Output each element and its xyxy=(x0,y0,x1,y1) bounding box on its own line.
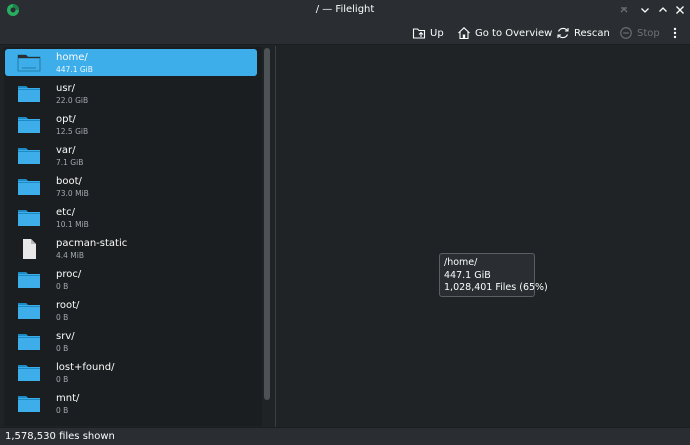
folder-icon xyxy=(18,303,40,319)
item-size: 10.1 MiB xyxy=(56,220,89,229)
item-name: var/ xyxy=(56,145,76,156)
rescan-button[interactable]: Rescan xyxy=(556,24,610,42)
up-button[interactable]: Up xyxy=(412,24,444,42)
folder-up-icon xyxy=(412,28,426,39)
item-size: 0 B xyxy=(56,282,69,291)
directory-list: home/ 447.1 GiB usr/ 22.0 GiB opt/ 12.5 … xyxy=(4,47,262,426)
item-name: root/ xyxy=(56,300,80,311)
item-size: 73.0 MiB xyxy=(56,189,89,198)
keep-above-icon[interactable] xyxy=(616,2,632,18)
up-label: Up xyxy=(430,27,444,39)
item-size: 447.1 GiB xyxy=(56,65,93,74)
home-icon xyxy=(458,27,470,40)
list-item-opt[interactable]: opt/ 12.5 GiB xyxy=(5,111,257,138)
item-size: 0 B xyxy=(56,344,69,353)
folder-icon xyxy=(18,179,40,195)
item-name: home/ xyxy=(56,52,88,63)
folder-icon xyxy=(18,272,40,288)
folder-icon xyxy=(18,86,40,102)
radial-map-area[interactable] xyxy=(275,46,690,427)
status-text: 1,578,530 files shown xyxy=(5,431,115,442)
item-size: 0 B xyxy=(56,375,69,384)
item-name: proc/ xyxy=(56,269,82,280)
tooltip-files: 1,028,401 Files (65%) xyxy=(444,282,548,293)
item-name: opt/ xyxy=(56,114,76,125)
go-to-overview-button[interactable]: Go to Overview xyxy=(457,24,552,42)
more-options-icon[interactable] xyxy=(668,24,682,42)
item-name: mnt/ xyxy=(56,393,80,404)
item-size: 0 B xyxy=(56,406,69,415)
title-bar: / — Filelight xyxy=(0,0,690,20)
item-size: 4.4 MiB xyxy=(56,251,85,260)
maximize-icon[interactable] xyxy=(655,2,671,18)
item-name: boot/ xyxy=(56,176,82,187)
list-item-proc[interactable]: proc/ 0 B xyxy=(5,266,257,293)
item-name: pacman-static xyxy=(56,238,128,249)
window-title: / — Filelight xyxy=(315,4,375,15)
stop-button[interactable]: Stop xyxy=(619,24,660,42)
item-name: usr/ xyxy=(56,83,76,94)
item-size: 7.1 GiB xyxy=(56,158,84,167)
folder-icon xyxy=(18,210,40,226)
folder-icon xyxy=(17,425,41,426)
list-item-etc[interactable]: etc/ 10.1 MiB xyxy=(5,204,257,231)
list-item-boot[interactable]: boot/ 73.0 MiB xyxy=(5,173,257,200)
item-name: lost+found/ xyxy=(56,362,115,373)
folder-icon xyxy=(18,365,40,381)
minimize-icon[interactable] xyxy=(637,2,653,18)
list-item-home[interactable]: home/ 447.1 GiB xyxy=(5,49,257,76)
close-icon[interactable] xyxy=(672,2,688,18)
stop-label: Stop xyxy=(637,27,660,39)
status-bar: 1,578,530 files shown xyxy=(0,427,690,445)
list-item-usr[interactable]: usr/ 22.0 GiB xyxy=(5,80,257,107)
list-item-var[interactable]: var/ 7.1 GiB xyxy=(5,142,257,169)
tooltip-size: 447.1 GiB xyxy=(444,269,491,281)
segment-tooltip: /home/ 447.1 GiB 1,028,401 Files (65%) xyxy=(439,253,548,297)
item-name: etc/ xyxy=(56,207,75,218)
list-item-lost-found[interactable]: lost+found/ 0 B xyxy=(5,359,257,386)
item-name: srv/ xyxy=(56,331,75,342)
list-item-srv[interactable]: srv/ 0 B xyxy=(5,328,257,355)
folder-icon xyxy=(18,396,40,412)
folder-icon xyxy=(17,54,41,72)
folder-icon xyxy=(18,117,40,133)
list-item-pacman-static[interactable]: pacman-static 4.4 MiB xyxy=(5,235,257,262)
item-size: 0 B xyxy=(56,313,69,322)
folder-icon xyxy=(18,148,40,164)
list-item-mnt[interactable]: mnt/ 0 B xyxy=(5,390,257,417)
folder-icon xyxy=(18,334,40,350)
item-size: 22.0 GiB xyxy=(56,96,89,105)
list-scrollbar-thumb[interactable] xyxy=(264,48,270,400)
main-toolbar: Up Go to Overview Rescan Stop xyxy=(0,20,690,45)
item-size: 12.5 GiB xyxy=(56,127,89,136)
go-to-overview-label: Go to Overview xyxy=(475,27,553,39)
tooltip-path: /home/ xyxy=(444,257,478,268)
stop-icon xyxy=(620,27,632,39)
rescan-label: Rescan xyxy=(574,27,610,39)
file-icon xyxy=(23,239,36,259)
list-item-root[interactable]: root/ 0 B xyxy=(5,297,257,324)
list-item-partial[interactable] xyxy=(5,421,257,426)
refresh-icon xyxy=(557,27,569,39)
